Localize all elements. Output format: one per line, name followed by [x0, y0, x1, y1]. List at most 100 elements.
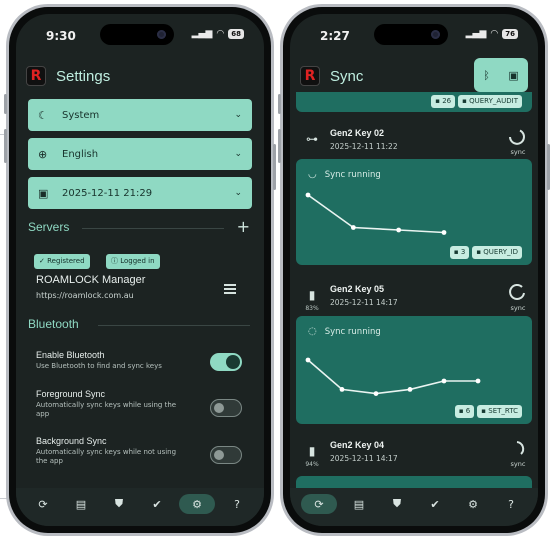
- progress-point: [441, 378, 447, 384]
- phone-side-button: [4, 94, 7, 114]
- foreground-sync-setting: Foreground Sync Automatically sync keys …: [36, 389, 186, 419]
- sync-screen: 2:27 ▂▄▆ ◠ 76 R Sync ᛒ ▣ ▪ 26 ▪ QUERY_AU…: [290, 14, 538, 526]
- type-badge: ▪ QUERY_AUDIT: [458, 95, 522, 108]
- date-select[interactable]: ▣ 2025-12-11 21:29 ⌄: [28, 177, 252, 209]
- phone-side-button: [547, 144, 550, 190]
- badge-row: ▪ 26 ▪ QUERY_AUDIT: [431, 95, 522, 108]
- bottom-nav: ⟳ ▤ ⛊ ✔ ⚙ ?: [290, 488, 538, 526]
- roamlock-logo: R: [300, 66, 320, 86]
- key-row[interactable]: ▮ 83% Gen2 Key 05 2025-12-11 14:17 sync: [296, 280, 532, 320]
- nav-gear-icon[interactable]: ⚙: [179, 494, 215, 514]
- nav-shield-icon[interactable]: ⛊: [103, 494, 135, 514]
- nav-help-icon[interactable]: ?: [221, 494, 253, 514]
- bottom-nav: ⟳ ▤ ⛊ ✔ ⚙ ?: [16, 488, 264, 526]
- type-badge-value: QUERY_AUDIT: [469, 97, 518, 105]
- status-icons: ▂▄▆ ◠ 68: [192, 29, 244, 39]
- type-badge: ▪ SET_RTC: [477, 405, 522, 418]
- nav-check-icon[interactable]: ✔: [141, 494, 173, 514]
- progress-point: [396, 227, 402, 233]
- sync-card-partial: ▪ 26 ▪ QUERY_AUDIT: [296, 92, 532, 112]
- toggle-knob: [214, 450, 224, 460]
- server-menu-icon[interactable]: [224, 284, 236, 296]
- phone-side-button: [278, 129, 281, 163]
- progress-point: [441, 230, 447, 235]
- enable-bluetooth-toggle[interactable]: [210, 353, 242, 371]
- registered-chip-label: Registered: [47, 257, 85, 265]
- page-title: Sync: [330, 67, 364, 85]
- key-name: Gen2 Key 05: [330, 284, 385, 294]
- nav-shield-icon[interactable]: ⛊: [381, 494, 413, 514]
- progress-line: [307, 359, 478, 395]
- nav-check-icon[interactable]: ✔: [419, 494, 451, 514]
- progress-point: [407, 387, 413, 392]
- registered-chip: ✓ Registered: [34, 254, 90, 269]
- type-badge-value: QUERY_ID: [483, 248, 518, 256]
- battery-indicator: 68: [228, 29, 244, 39]
- sync-progress-icon: [516, 441, 525, 455]
- roamlock-logo: R: [26, 66, 46, 86]
- foreground-sync-toggle[interactable]: [210, 399, 242, 417]
- key-row[interactable]: ▮ 94% Gen2 Key 04 2025-12-11 14:17 sync: [296, 436, 532, 476]
- key-date: 2025-12-11 14:17: [330, 454, 398, 463]
- nav-keys-icon[interactable]: ▤: [65, 494, 97, 514]
- language-select[interactable]: ⊕ English ⌄: [28, 138, 252, 170]
- nav-help-icon[interactable]: ?: [495, 494, 527, 514]
- count-badge-value: 6: [465, 407, 471, 415]
- bluetooth-heading: Bluetooth: [28, 317, 79, 331]
- divider: [98, 325, 250, 326]
- type-badge: ▪ QUERY_ID: [472, 246, 522, 259]
- key-name: Gen2 Key 04: [330, 440, 385, 450]
- status-icons: ▂▄▆ ◠ 76: [466, 29, 518, 39]
- phone-side-button: [278, 94, 281, 114]
- app-bar: R Settings: [26, 58, 254, 94]
- phone-sync: 2:27 ▂▄▆ ◠ 76 R Sync ᛒ ▣ ▪ 26 ▪ QUERY_AU…: [278, 4, 550, 536]
- key-status: sync: [510, 460, 526, 468]
- progress-point: [339, 387, 345, 392]
- server-url: https://roamlock.com.au: [36, 291, 134, 300]
- phone-bezel: 2:27 ▂▄▆ ◠ 76 R Sync ᛒ ▣ ▪ 26 ▪ QUERY_AU…: [283, 7, 545, 533]
- key-icon: ⊶: [306, 132, 318, 146]
- key-row[interactable]: ⊶ Gen2 Key 02 2025-12-11 11:22 sync: [296, 124, 532, 164]
- scan-icon[interactable]: ▣: [508, 69, 518, 82]
- nav-keys-icon[interactable]: ▤: [343, 494, 375, 514]
- logged-in-chip: ⓘ Logged in: [106, 254, 160, 269]
- key-battery: 94%: [305, 461, 319, 468]
- badge-row: ▪ 3 ▪ QUERY_ID: [449, 246, 522, 259]
- toggle-knob: [226, 355, 240, 369]
- background-sync-toggle[interactable]: [210, 446, 242, 464]
- progress-point: [305, 192, 311, 198]
- toggle-knob: [214, 403, 224, 413]
- nav-sync-icon[interactable]: ⟳: [27, 494, 59, 514]
- type-badge-value: SET_RTC: [488, 407, 518, 415]
- theme-select-value: System: [62, 109, 100, 121]
- key-date: 2025-12-11 11:22: [330, 142, 398, 151]
- battery-icon: ▮: [308, 444, 316, 458]
- moon-icon: ☾: [38, 108, 48, 122]
- key-date: 2025-12-11 14:17: [330, 298, 398, 307]
- theme-select[interactable]: ☾ System ⌄: [28, 99, 252, 131]
- progress-line: [307, 194, 445, 234]
- battery-icon: ▮: [308, 288, 316, 302]
- camera-icon: [431, 30, 440, 39]
- nav-sync-icon[interactable]: ⟳: [301, 494, 337, 514]
- add-server-button[interactable]: +: [237, 217, 250, 236]
- background-sync-setting: Background Sync Automatically sync keys …: [36, 436, 186, 466]
- key-battery: 83%: [305, 305, 319, 312]
- sync-progress-icon: [509, 284, 525, 300]
- status-bar: 9:30 ▂▄▆ ◠ 68: [16, 14, 264, 54]
- logged-in-chip-label: Logged in: [120, 257, 155, 265]
- language-select-value: English: [62, 148, 99, 160]
- server-name[interactable]: ROAMLOCK Manager: [36, 274, 145, 286]
- status-bar: 2:27 ▂▄▆ ◠ 76: [290, 14, 538, 54]
- count-badge: ▪ 3: [449, 246, 470, 259]
- nav-gear-icon[interactable]: ⚙: [457, 494, 489, 514]
- key-status: sync: [510, 148, 526, 156]
- chevron-down-icon: ⌄: [234, 110, 242, 120]
- date-select-value: 2025-12-11 21:29: [62, 187, 153, 199]
- key-name: Gen2 Key 02: [330, 128, 385, 138]
- progress-point: [475, 378, 481, 384]
- signal-icon: ▂▄▆: [465, 29, 487, 39]
- count-badge: ▪ 6: [454, 405, 475, 418]
- bluetooth-icon[interactable]: ᛒ: [483, 69, 490, 82]
- progress-point: [373, 391, 379, 396]
